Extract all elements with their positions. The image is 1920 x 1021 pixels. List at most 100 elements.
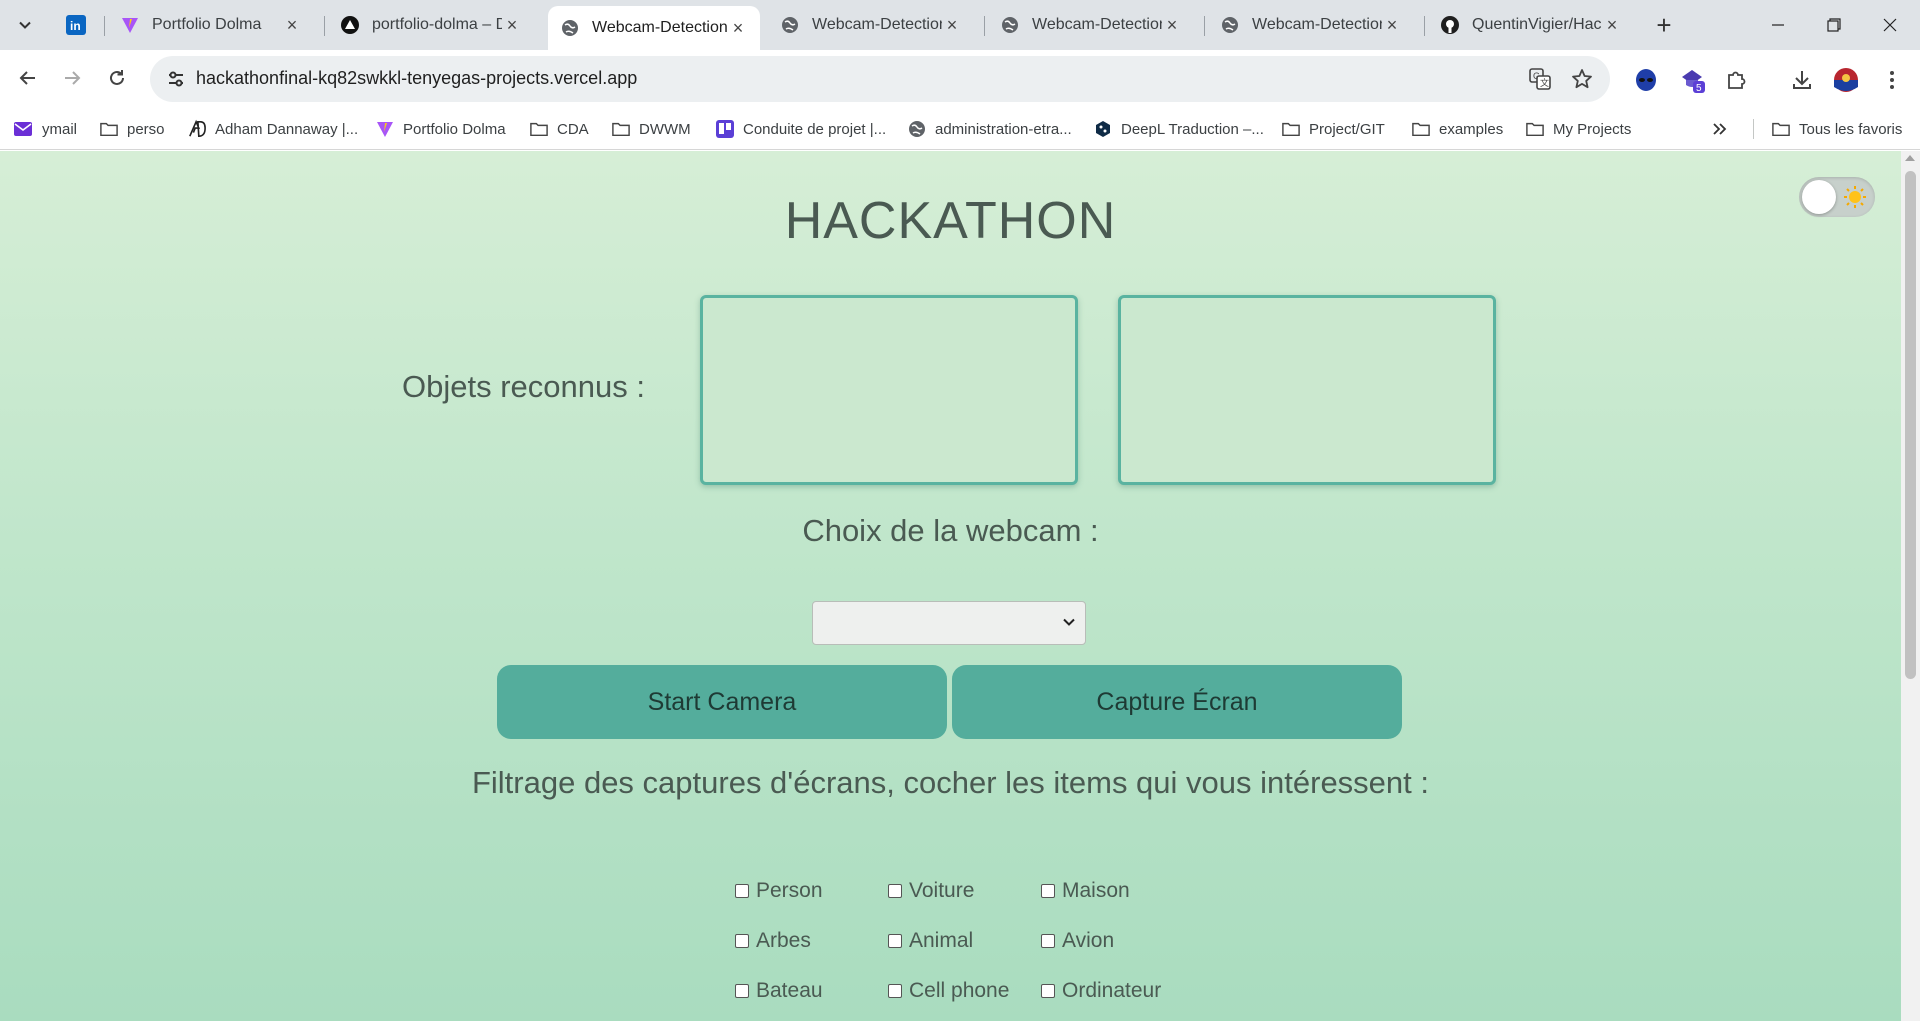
- close-tab-icon[interactable]: ×: [282, 15, 302, 35]
- bookmarks-separator: [1753, 119, 1754, 139]
- tab-github[interactable]: QuentinVigier/Hack ×: [1428, 6, 1634, 44]
- close-tab-icon[interactable]: ×: [1602, 15, 1622, 35]
- start-camera-button[interactable]: Start Camera: [497, 665, 947, 739]
- checkbox-label: Person: [756, 879, 823, 902]
- close-tab-icon[interactable]: ×: [502, 15, 522, 35]
- bookmark-label: Portfolio Dolma: [403, 120, 506, 138]
- translate-icon[interactable]: G文: [1528, 67, 1552, 91]
- close-window-button[interactable]: [1862, 0, 1918, 50]
- profile-avatar-icon[interactable]: [1832, 66, 1860, 94]
- globe-icon: [1000, 15, 1020, 35]
- tab-portfolio-dolma[interactable]: Portfolio Dolma ×: [108, 6, 314, 44]
- filter-checkbox-avion[interactable]: Avion: [1041, 929, 1114, 953]
- bookmark-project-git[interactable]: Project/GIT: [1282, 116, 1385, 142]
- chevron-down-icon: [19, 21, 31, 29]
- extensions-puzzle-icon[interactable]: [1722, 66, 1750, 94]
- theme-toggle[interactable]: [1799, 177, 1875, 217]
- bookmark-dwwm[interactable]: DWWM: [612, 116, 691, 142]
- bookmark-label: Adham Dannaway |...: [215, 120, 359, 138]
- bookmark-administration[interactable]: administration-etra...: [908, 116, 1072, 142]
- more-menu-icon[interactable]: [1878, 66, 1906, 94]
- bookmark-label: Conduite de projet |...: [743, 120, 887, 138]
- close-tab-icon[interactable]: ×: [942, 15, 962, 35]
- bookmark-label: DWWM: [639, 120, 691, 138]
- capture-screen-button[interactable]: Capture Écran: [952, 665, 1402, 739]
- reload-icon: [110, 70, 124, 85]
- folder-icon: [530, 120, 548, 138]
- bookmark-perso[interactable]: perso: [100, 116, 165, 142]
- tab-webcam-detection[interactable]: Webcam-Detection ×: [988, 6, 1194, 44]
- back-button[interactable]: [10, 60, 46, 96]
- svg-text:文: 文: [1540, 77, 1549, 88]
- filter-checkbox-arbes[interactable]: Arbes: [735, 929, 811, 953]
- more-bookmarks-button[interactable]: [1712, 116, 1728, 142]
- minimize-button[interactable]: [1750, 0, 1806, 50]
- all-bookmarks-label: Tous les favoris: [1799, 120, 1903, 138]
- linkedin-icon: in: [66, 15, 86, 35]
- reload-button[interactable]: [99, 60, 135, 96]
- checkbox[interactable]: [1041, 934, 1055, 948]
- tab-title: Webcam-Detection: [812, 16, 942, 33]
- tab-webcam-detection-active[interactable]: Webcam-Detection ×: [548, 6, 760, 50]
- checkbox[interactable]: [735, 884, 749, 898]
- close-tab-icon[interactable]: ×: [1382, 15, 1402, 35]
- close-tab-icon[interactable]: ×: [1162, 15, 1182, 35]
- checkbox-label: Cell phone: [909, 979, 1010, 1002]
- forward-button[interactable]: [54, 60, 90, 96]
- folder-icon: [612, 120, 630, 138]
- scroll-up-arrow-icon[interactable]: [1905, 155, 1915, 161]
- address-bar[interactable]: hackathonfinal-kq82swkkl-tenyegas-projec…: [150, 56, 1610, 102]
- checkbox[interactable]: [888, 934, 902, 948]
- extension-badge-icon[interactable]: 5: [1678, 66, 1706, 94]
- page-scrollbar[interactable]: [1901, 151, 1920, 1021]
- checkbox[interactable]: [888, 984, 902, 998]
- filter-checkbox-bateau[interactable]: Bateau: [735, 979, 823, 1003]
- bookmark-portfolio-dolma[interactable]: Portfolio Dolma: [376, 116, 506, 142]
- tab-separator: [984, 16, 985, 36]
- bookmark-deepl[interactable]: DeepL Traduction –...: [1094, 116, 1264, 142]
- bookmark-conduite-de-projet[interactable]: Conduite de projet |...: [716, 116, 886, 142]
- arrow-right-icon: [65, 71, 81, 85]
- checkbox[interactable]: [888, 884, 902, 898]
- tab-webcam-detection[interactable]: Webcam-Detection ×: [768, 6, 974, 44]
- alien-extension-icon[interactable]: [1632, 66, 1660, 94]
- bookmark-my-projects[interactable]: My Projects: [1526, 116, 1631, 142]
- webcam-label: Choix de la webcam :: [802, 513, 1099, 548]
- checkbox[interactable]: [1041, 984, 1055, 998]
- star-icon[interactable]: [1570, 67, 1594, 91]
- sun-icon: [1844, 186, 1866, 208]
- tab-separator: [1204, 16, 1205, 36]
- bookmark-adham-dannaway[interactable]: Adham Dannaway |...: [188, 116, 358, 142]
- tab-portfolio-dolma-vercel[interactable]: portfolio-dolma – D ×: [328, 6, 534, 44]
- filter-checkbox-cell-phone[interactable]: Cell phone: [888, 979, 1009, 1003]
- svg-text:in: in: [70, 19, 81, 33]
- bookmark-examples[interactable]: examples: [1412, 116, 1503, 142]
- checkbox-label: Bateau: [756, 979, 823, 1002]
- filter-checkbox-person[interactable]: Person: [735, 879, 823, 903]
- bookmark-label: My Projects: [1553, 120, 1632, 138]
- folder-icon: [1526, 120, 1544, 138]
- tab-webcam-detection[interactable]: Webcam-Detection ×: [1208, 6, 1414, 44]
- checkbox[interactable]: [1041, 884, 1055, 898]
- tab-title: Webcam-Detection: [1032, 16, 1162, 33]
- filter-checkbox-animal[interactable]: Animal: [888, 929, 973, 953]
- tab-search-button[interactable]: [10, 10, 40, 40]
- site-info-icon[interactable]: [164, 67, 188, 91]
- url-text[interactable]: hackathonfinal-kq82swkkl-tenyegas-projec…: [196, 68, 637, 89]
- bookmark-ymail[interactable]: ymail: [14, 116, 77, 142]
- checkbox[interactable]: [735, 984, 749, 998]
- webcam-select[interactable]: [812, 601, 1086, 645]
- tab-linkedin[interactable]: in: [58, 6, 94, 44]
- checkbox[interactable]: [735, 934, 749, 948]
- filter-checkbox-ordinateur[interactable]: Ordinateur: [1041, 979, 1161, 1003]
- close-tab-icon[interactable]: ×: [728, 18, 748, 38]
- scrollbar-thumb[interactable]: [1905, 171, 1916, 679]
- all-bookmarks-button[interactable]: Tous les favoris: [1772, 116, 1902, 142]
- download-icon[interactable]: [1788, 66, 1816, 94]
- restore-button[interactable]: [1806, 0, 1862, 50]
- folder-icon: [1412, 120, 1430, 138]
- new-tab-button[interactable]: +: [1649, 10, 1679, 40]
- filter-checkbox-maison[interactable]: Maison: [1041, 879, 1130, 903]
- bookmark-cda[interactable]: CDA: [530, 116, 589, 142]
- filter-checkbox-voiture[interactable]: Voiture: [888, 879, 974, 903]
